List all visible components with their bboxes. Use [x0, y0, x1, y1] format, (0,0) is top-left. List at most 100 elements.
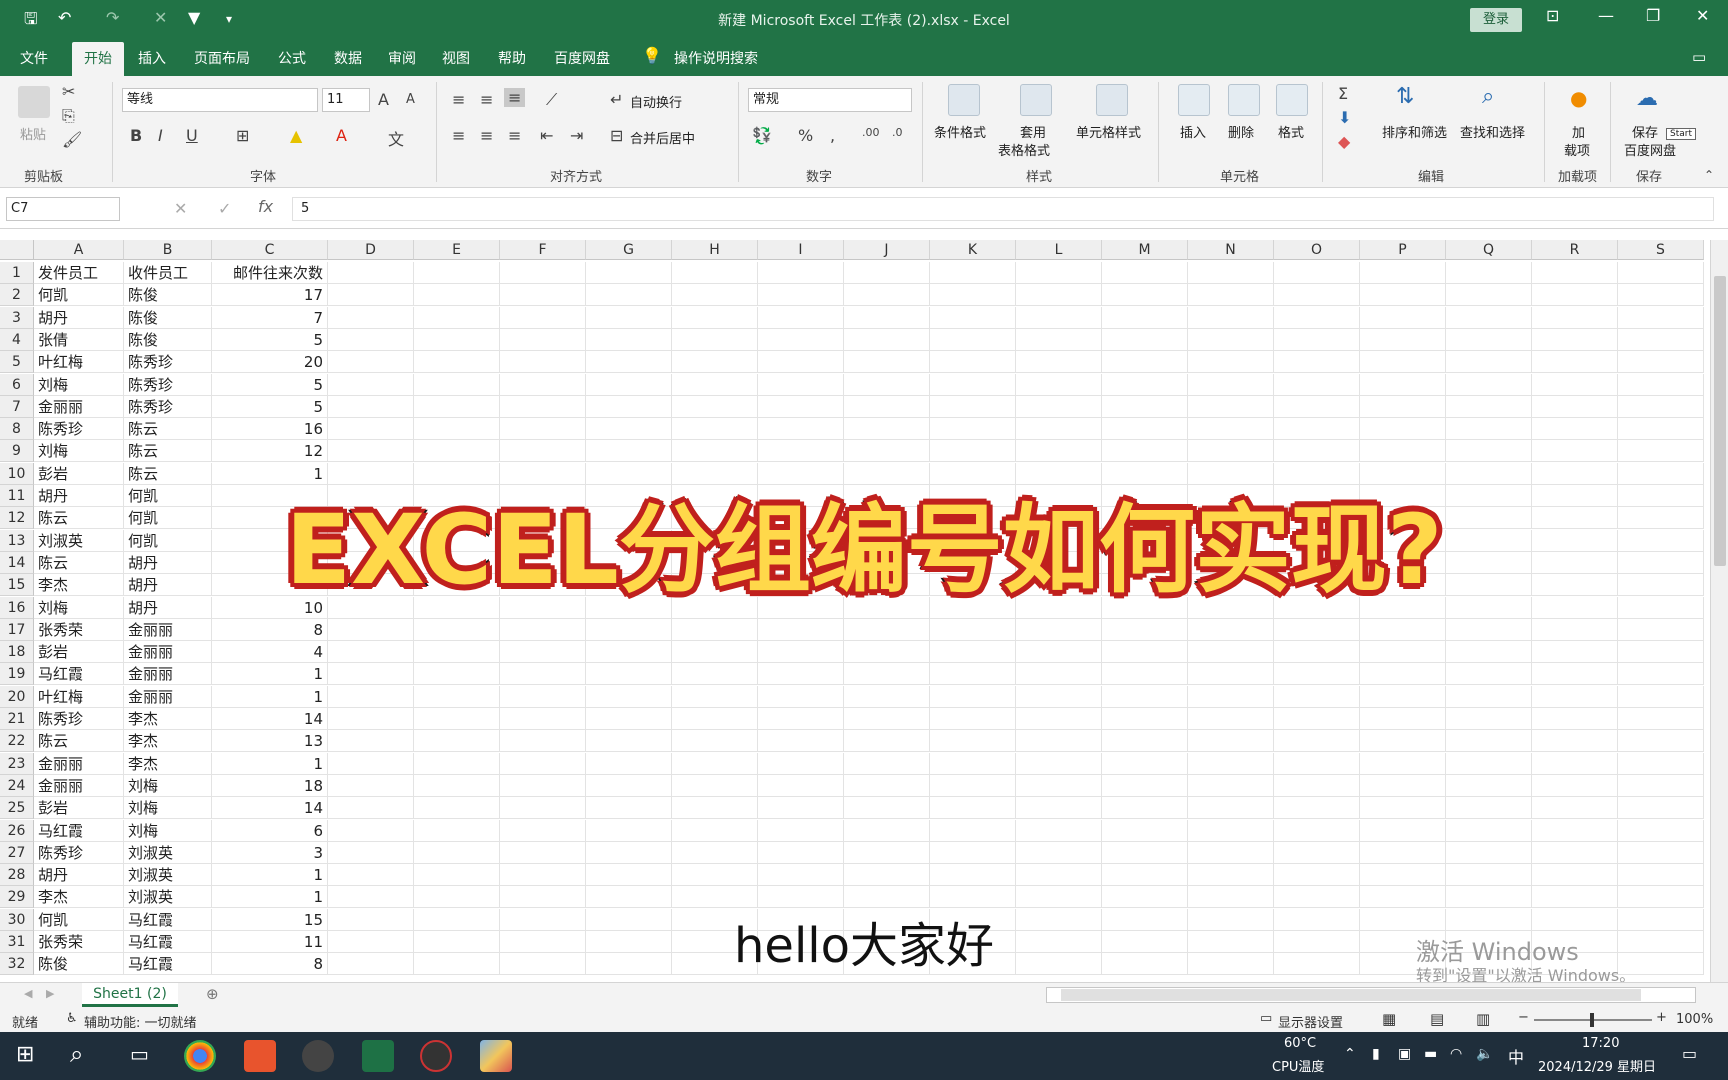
page-break-view-icon[interactable]: ▥ — [1476, 1010, 1490, 1028]
formula-input[interactable]: 5 — [292, 197, 1714, 221]
grid-cell[interactable] — [844, 418, 930, 441]
enter-icon[interactable]: ✓ — [218, 199, 231, 218]
grid-cell[interactable] — [586, 752, 672, 775]
grid-cell[interactable] — [930, 641, 1016, 664]
grid-cell[interactable] — [1446, 641, 1532, 664]
grid-cell[interactable] — [1618, 284, 1704, 307]
grid-cell[interactable] — [500, 618, 586, 641]
grid-cell[interactable]: 金丽丽 — [34, 774, 124, 797]
tab-file[interactable]: 文件 — [20, 48, 48, 68]
grid-cell[interactable] — [414, 373, 500, 396]
grid-cell[interactable] — [414, 618, 500, 641]
paste-icon[interactable] — [18, 86, 50, 118]
row-header[interactable]: 18 — [0, 641, 34, 664]
grid-cell[interactable] — [1618, 685, 1704, 708]
insert-function-icon[interactable]: fx — [258, 197, 273, 216]
grid-cell[interactable] — [758, 328, 844, 351]
tray-wifi-icon[interactable]: ◠ — [1450, 1046, 1462, 1062]
grid-cell[interactable] — [844, 797, 930, 820]
grid-cell[interactable] — [1016, 752, 1102, 775]
notification-icon[interactable]: ▭ — [1682, 1044, 1697, 1063]
align-left-icon[interactable]: ≡ — [452, 126, 465, 145]
grid-cell[interactable] — [930, 797, 1016, 820]
minimize-icon[interactable]: — — [1598, 6, 1614, 25]
grid-cell[interactable] — [1274, 284, 1360, 307]
grid-cell[interactable] — [1446, 730, 1532, 753]
baidu-save-button-1[interactable]: 保存 — [1632, 122, 1658, 141]
grid-cell[interactable] — [1360, 373, 1446, 396]
grid-cell[interactable] — [1532, 618, 1618, 641]
grid-cell[interactable] — [328, 663, 414, 686]
clock-date[interactable]: 2024/12/29 星期日 — [1538, 1056, 1656, 1075]
grid-cell[interactable] — [1188, 685, 1274, 708]
grid-cell[interactable]: 陈云 — [34, 730, 124, 753]
column-header[interactable]: S — [1618, 240, 1704, 260]
grid-cell[interactable] — [1188, 418, 1274, 441]
align-middle-icon[interactable]: ≡ — [480, 90, 493, 109]
grid-cell[interactable] — [328, 440, 414, 463]
grid-cell[interactable] — [1360, 351, 1446, 374]
next-sheet-icon[interactable]: ▶ — [46, 987, 54, 1000]
grid-cell[interactable] — [1102, 395, 1188, 418]
grid-cell[interactable] — [844, 774, 930, 797]
grid-cell[interactable] — [844, 663, 930, 686]
grid-cell[interactable]: 李杰 — [124, 752, 212, 775]
grid-cell[interactable]: 叶红梅 — [34, 685, 124, 708]
grid-cell[interactable] — [414, 708, 500, 730]
grid-cell[interactable] — [414, 774, 500, 797]
grid-cell[interactable] — [672, 774, 758, 797]
grid-cell[interactable] — [1532, 395, 1618, 418]
grid-cell[interactable] — [1274, 440, 1360, 463]
grid-cell[interactable] — [586, 262, 672, 284]
grid-cell[interactable]: 6 — [212, 819, 328, 842]
grid-cell[interactable] — [1016, 797, 1102, 820]
grid-cell[interactable] — [1274, 819, 1360, 842]
grid-cell[interactable] — [328, 418, 414, 441]
grid-cell[interactable]: 刘梅 — [34, 440, 124, 463]
align-top-icon[interactable]: ≡ — [452, 90, 465, 109]
cell-styles-button[interactable]: 单元格样式 — [1076, 122, 1141, 141]
number-format-select[interactable]: 常规 — [748, 88, 912, 112]
grid-cell[interactable] — [758, 440, 844, 463]
row-header[interactable]: 6 — [0, 373, 34, 396]
column-header[interactable]: D — [328, 240, 414, 260]
row-header[interactable]: 2 — [0, 284, 34, 307]
grid-cell[interactable] — [1360, 819, 1446, 842]
row-header[interactable]: 5 — [0, 351, 34, 374]
grid-cell[interactable] — [1188, 306, 1274, 329]
grid-cell[interactable] — [586, 373, 672, 396]
grid-cell[interactable] — [328, 797, 414, 820]
grid-cell[interactable] — [1102, 373, 1188, 396]
grid-cell[interactable] — [1102, 328, 1188, 351]
grid-cell[interactable] — [1532, 373, 1618, 396]
grid-cell[interactable]: 17 — [212, 284, 328, 307]
column-header[interactable]: M — [1102, 240, 1188, 260]
column-header[interactable]: P — [1360, 240, 1446, 260]
grid-cell[interactable] — [758, 351, 844, 374]
row-header[interactable]: 24 — [0, 774, 34, 797]
grid-cell[interactable] — [1274, 641, 1360, 664]
wrap-text-button[interactable]: 自动换行 — [630, 92, 682, 111]
column-header[interactable]: J — [844, 240, 930, 260]
comments-icon[interactable]: ▭ — [1692, 48, 1706, 66]
grid-cell[interactable] — [930, 864, 1016, 887]
grid-cell[interactable] — [930, 373, 1016, 396]
grid-cell[interactable] — [1102, 708, 1188, 730]
baidu-save-icon[interactable]: ☁ — [1636, 86, 1658, 111]
excel-icon[interactable] — [362, 1040, 394, 1072]
tray-expand-icon[interactable]: ⌃ — [1344, 1046, 1356, 1062]
grid-cell[interactable] — [1274, 864, 1360, 887]
grid-cell[interactable] — [500, 418, 586, 441]
grid-cell[interactable] — [1618, 373, 1704, 396]
grid-cell[interactable] — [1188, 351, 1274, 374]
grid-cell[interactable] — [930, 618, 1016, 641]
hscroll-thumb[interactable] — [1061, 989, 1641, 1001]
grid-cell[interactable] — [1274, 418, 1360, 441]
grid-cell[interactable] — [586, 797, 672, 820]
grid-cell[interactable] — [672, 841, 758, 864]
column-header[interactable]: C — [212, 240, 328, 260]
grid-cell[interactable]: 刘梅 — [124, 819, 212, 842]
format-cells-button[interactable]: 格式 — [1278, 122, 1304, 141]
grid-cell[interactable] — [844, 618, 930, 641]
grid-cell[interactable]: 1 — [212, 864, 328, 887]
